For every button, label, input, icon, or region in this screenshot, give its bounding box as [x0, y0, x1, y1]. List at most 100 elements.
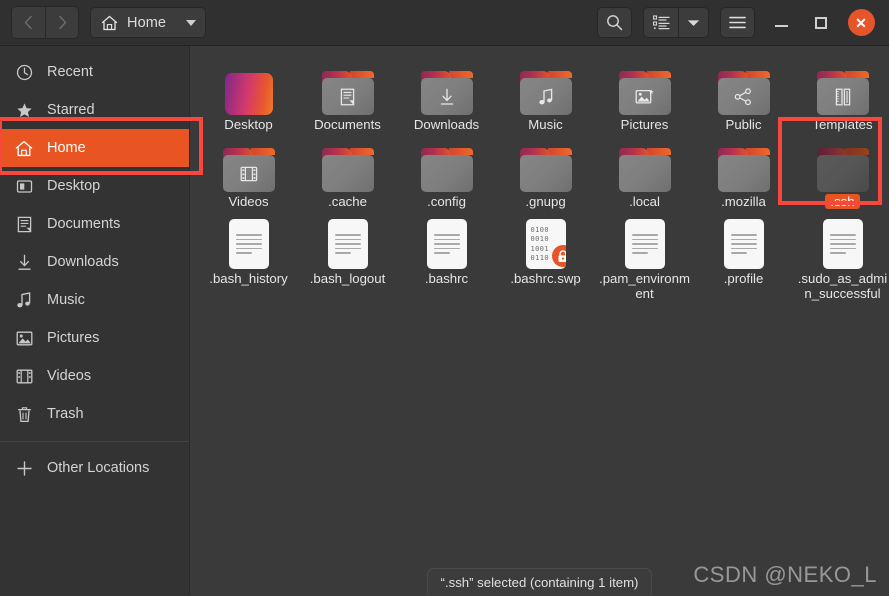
main-menu-button[interactable] — [720, 7, 755, 38]
window-controls: ✕ — [761, 3, 881, 43]
share-icon — [718, 78, 770, 115]
sidebar-item-home[interactable]: Home — [0, 129, 189, 167]
sidebar-item-recent[interactable]: Recent — [0, 53, 189, 91]
file-item-cache[interactable]: .cache — [298, 132, 397, 209]
file-item-local[interactable]: .local — [595, 132, 694, 209]
file-item-bashrc-swp[interactable]: 0100 0010 1001 0110 .bashrc.swp — [496, 209, 595, 301]
status-bar-area: “.ssh” selected (containing 1 item) — [190, 566, 889, 596]
template-icon — [817, 78, 869, 115]
forward-button[interactable] — [45, 7, 78, 38]
file-item-gnupg[interactable]: .gnupg — [496, 132, 595, 209]
file-label: .bash_history — [209, 271, 288, 286]
file-label: Documents — [314, 117, 381, 132]
file-label: .cache — [328, 194, 367, 209]
chevron-down-icon — [687, 19, 700, 26]
file-item-documents[interactable]: Documents — [298, 55, 397, 132]
file-item-music[interactable]: Music — [496, 55, 595, 132]
file-item-profile[interactable]: .profile — [694, 209, 793, 301]
file-item-pam-environment[interactable]: .pam_environment — [595, 209, 694, 301]
sidebar-item-label: Downloads — [47, 254, 119, 270]
path-button-label: Home — [127, 14, 167, 31]
maximize-button[interactable] — [801, 3, 841, 43]
file-thumbnail — [618, 136, 671, 192]
sidebar-item-label: Documents — [47, 216, 121, 232]
sidebar-item-label: Trash — [47, 406, 84, 422]
folder-icon — [816, 148, 869, 192]
file-item-mozilla[interactable]: .mozilla — [694, 132, 793, 209]
file-item-public[interactable]: Public — [694, 55, 793, 132]
file-item-templates[interactable]: Templates — [793, 55, 889, 132]
list-view-icon — [652, 15, 670, 30]
binary-row: 0010 — [530, 235, 549, 243]
file-item-bash-logout[interactable]: .bash_logout — [298, 209, 397, 301]
sidebar-item-other-locations[interactable]: Other Locations — [0, 449, 189, 487]
trash-icon — [15, 405, 33, 423]
sidebar-item-documents[interactable]: Documents — [0, 205, 189, 243]
document-icon — [322, 78, 374, 115]
sidebar: Recent Starred Home Desktop Documents Do… — [0, 46, 190, 596]
sidebar-item-desktop[interactable]: Desktop — [0, 167, 189, 205]
binary-row: 0110 — [530, 254, 549, 262]
folder-icon — [222, 148, 275, 192]
sidebar-item-videos[interactable]: Videos — [0, 357, 189, 395]
file-item-config[interactable]: .config — [397, 132, 496, 209]
chevron-down-icon — [186, 19, 196, 26]
file-label: .gnupg — [525, 194, 566, 209]
file-item-ssh[interactable]: .ssh — [793, 132, 889, 209]
sidebar-item-pictures[interactable]: Pictures — [0, 319, 189, 357]
sidebar-item-music[interactable]: Music — [0, 281, 189, 319]
download-icon — [15, 253, 33, 271]
file-label: .sudo_as_admin_successful — [797, 271, 888, 301]
clock-icon — [15, 63, 33, 81]
file-thumbnail — [717, 136, 770, 192]
file-item-bashrc[interactable]: .bashrc — [397, 209, 496, 301]
file-label: Desktop — [224, 117, 273, 132]
minimize-icon — [774, 25, 788, 27]
sidebar-item-trash[interactable]: Trash — [0, 395, 189, 433]
file-thumbnail — [717, 59, 770, 115]
video-icon — [15, 367, 33, 385]
file-item-videos[interactable]: Videos — [199, 132, 298, 209]
file-grid-area[interactable]: Desktop Documents Downloads Music Pictur… — [190, 46, 889, 596]
file-label: Videos — [228, 194, 269, 209]
file-item-desktop[interactable]: Desktop — [199, 55, 298, 132]
text-document-icon — [426, 219, 467, 269]
file-label: .profile — [723, 271, 764, 286]
folder-icon — [519, 71, 572, 115]
file-item-sudo-as-admin-successful[interactable]: .sudo_as_admin_successful — [793, 209, 889, 301]
path-button-home[interactable]: Home — [90, 7, 206, 38]
chevron-left-icon — [24, 15, 32, 30]
file-item-downloads[interactable]: Downloads — [397, 55, 496, 132]
file-label: Pictures — [620, 117, 669, 132]
file-thumbnail — [519, 59, 572, 115]
download-icon — [421, 78, 473, 115]
search-button[interactable] — [597, 7, 632, 38]
lock-icon — [551, 245, 566, 267]
sidebar-item-label: Pictures — [47, 330, 100, 346]
music-icon — [520, 78, 572, 115]
file-item-pictures[interactable]: Pictures — [595, 55, 694, 132]
sidebar-item-label: Other Locations — [47, 460, 150, 476]
sidebar-item-label: Desktop — [47, 178, 101, 194]
view-list-button[interactable] — [643, 7, 678, 38]
wallpaper-thumbnail-icon — [224, 73, 273, 115]
file-manager-window: Home ✕ Recent Starred Home Desktop Docum… — [0, 0, 889, 596]
sidebar-item-downloads[interactable]: Downloads — [0, 243, 189, 281]
sidebar-item-starred[interactable]: Starred — [0, 91, 189, 129]
folder-icon — [519, 148, 572, 192]
back-button[interactable] — [12, 7, 45, 38]
window-body: Recent Starred Home Desktop Documents Do… — [0, 46, 889, 596]
view-options-dropdown[interactable] — [678, 7, 709, 38]
close-button[interactable]: ✕ — [841, 3, 881, 43]
file-thumbnail — [321, 136, 374, 192]
file-label: Music — [528, 117, 563, 132]
folder-icon — [816, 71, 869, 115]
navigation-buttons — [11, 6, 79, 39]
file-thumbnail — [624, 213, 665, 269]
file-thumbnail — [420, 136, 473, 192]
maximize-icon — [815, 16, 827, 29]
header-bar: Home ✕ — [0, 0, 889, 46]
file-thumbnail — [327, 213, 368, 269]
minimize-button[interactable] — [761, 3, 801, 43]
file-item-bash-history[interactable]: .bash_history — [199, 209, 298, 301]
